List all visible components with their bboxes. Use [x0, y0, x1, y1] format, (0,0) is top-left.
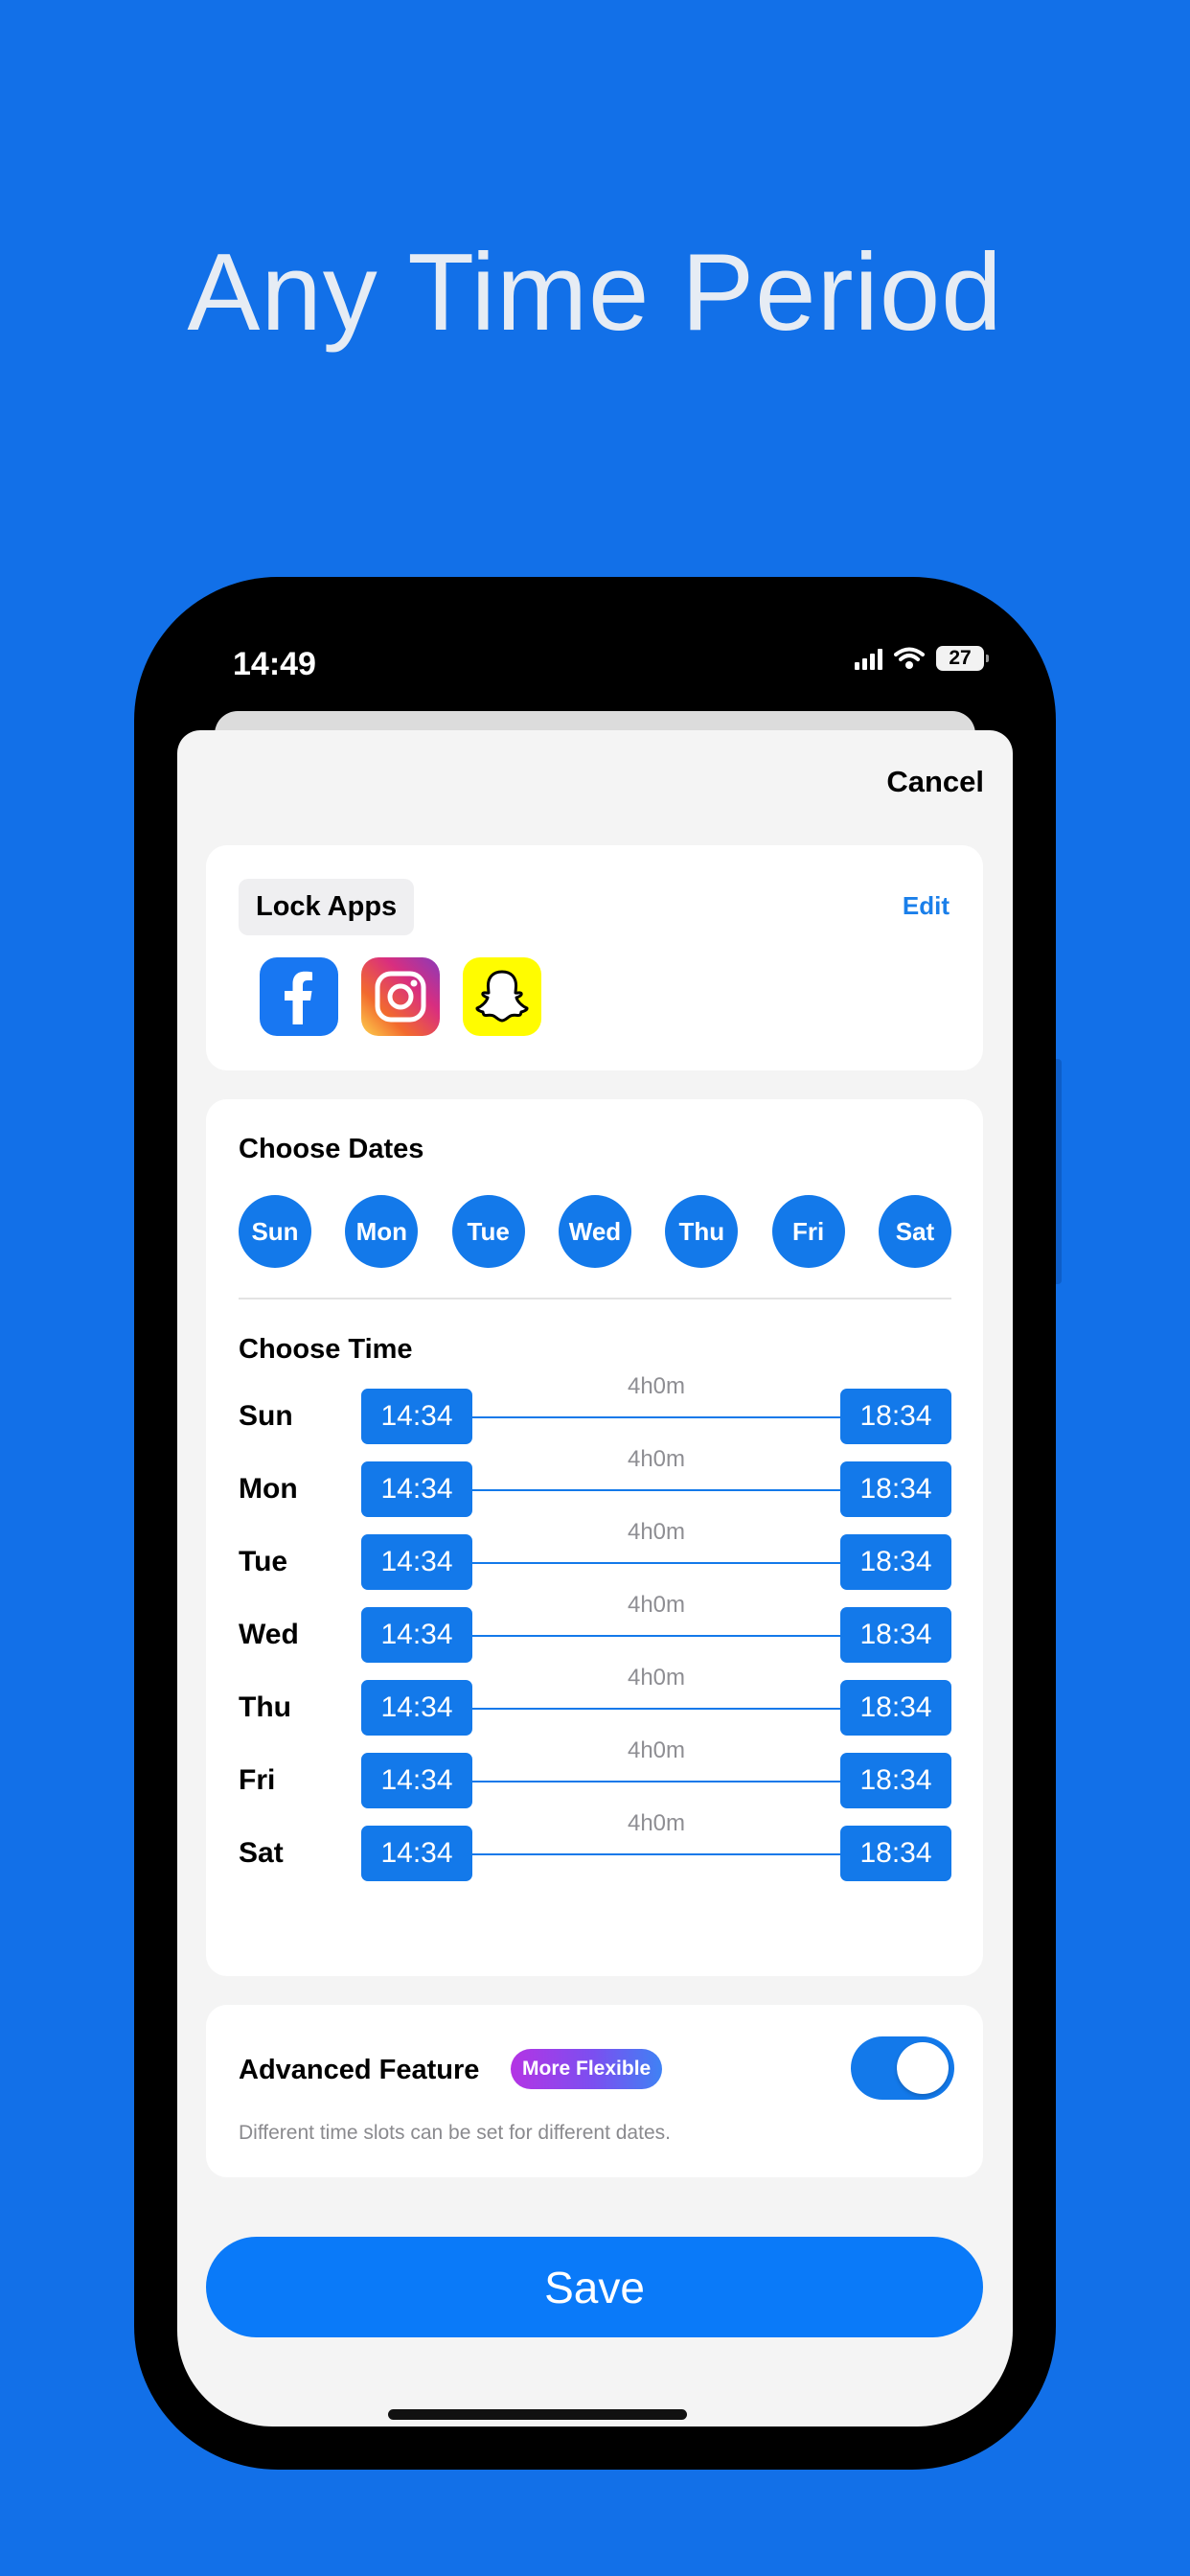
end-time-button[interactable]: 18:34 [840, 1607, 951, 1663]
time-row-day: Tue [239, 1546, 288, 1577]
duration-label: 4h0m [627, 1810, 686, 1836]
time-range-line [459, 1562, 842, 1564]
end-time-button[interactable]: 18:34 [840, 1389, 951, 1444]
time-row-tue: Tue 4h0m 14:34 18:34 [239, 1519, 951, 1592]
choose-dates-title: Choose Dates [239, 1134, 424, 1164]
day-chip-fri[interactable]: Fri [771, 1195, 845, 1268]
start-time-button[interactable]: 14:34 [361, 1680, 472, 1736]
edit-apps-button[interactable]: Edit [903, 891, 950, 921]
advanced-feature-description: Different time slots can be set for diff… [239, 2122, 671, 2144]
lock-apps-title: Lock Apps [239, 879, 415, 935]
choose-time-title: Choose Time [239, 1334, 413, 1365]
time-row-day: Thu [239, 1691, 291, 1723]
time-row-day: Sat [239, 1837, 284, 1869]
advanced-feature-title: Advanced Feature [239, 2055, 480, 2085]
end-time-button[interactable]: 18:34 [840, 1680, 951, 1736]
section-divider [239, 1298, 951, 1300]
lock-apps-card: Lock Apps Edit [206, 845, 983, 1070]
time-range-line [459, 1416, 842, 1418]
time-row-sat: Sat 4h0m 14:34 18:34 [239, 1810, 951, 1883]
end-time-button[interactable]: 18:34 [840, 1461, 951, 1517]
save-button[interactable]: Save [206, 2237, 983, 2337]
time-row-wed: Wed 4h0m 14:34 18:34 [239, 1592, 951, 1665]
start-time-button[interactable]: 14:34 [361, 1389, 472, 1444]
advanced-feature-toggle[interactable] [851, 2036, 954, 2100]
time-row-day: Wed [239, 1619, 299, 1650]
end-time-button[interactable]: 18:34 [840, 1826, 951, 1881]
edit-schedule-sheet: Cancel Lock Apps Edit Choose Dates Sun M… [177, 730, 1013, 2426]
time-range-line [459, 1708, 842, 1710]
advanced-feature-card: Advanced Feature More Flexible Different… [206, 2005, 983, 2177]
duration-label: 4h0m [627, 1592, 686, 1618]
time-row-mon: Mon 4h0m 14:34 18:34 [239, 1446, 951, 1519]
day-chip-mon[interactable]: Mon [345, 1195, 419, 1268]
time-range-line [459, 1781, 842, 1782]
page-headline: Any Time Period [187, 232, 1003, 354]
duration-label: 4h0m [627, 1373, 686, 1399]
wifi-icon [894, 647, 925, 669]
time-row-sun: Sun 4h0m 14:34 18:34 [239, 1373, 951, 1446]
cancel-button[interactable]: Cancel [886, 765, 984, 799]
start-time-button[interactable]: 14:34 [361, 1607, 472, 1663]
more-flexible-badge: More Flexible [511, 2049, 663, 2089]
status-time: 14:49 [233, 646, 316, 682]
duration-label: 4h0m [627, 1446, 686, 1472]
toggle-knob [897, 2042, 949, 2094]
time-range-line [459, 1635, 842, 1637]
start-time-button[interactable]: 14:34 [361, 1753, 472, 1808]
time-row-day: Mon [239, 1473, 298, 1505]
instagram-icon [361, 957, 440, 1036]
duration-label: 4h0m [627, 1519, 686, 1545]
day-chip-wed[interactable]: Wed [558, 1195, 631, 1268]
time-row-day: Fri [239, 1764, 276, 1796]
day-selector: Sun Mon Tue Wed Thu Fri Sat [239, 1195, 951, 1268]
schedule-card: Choose Dates Sun Mon Tue Wed Thu Fri Sat… [206, 1099, 983, 1976]
day-chip-sat[interactable]: Sat [878, 1195, 951, 1268]
home-indicator [388, 2409, 687, 2420]
cellular-signal-icon [855, 647, 882, 670]
time-row-fri: Fri 4h0m 14:34 18:34 [239, 1737, 951, 1810]
facebook-icon [260, 957, 338, 1036]
time-range-line [459, 1853, 842, 1855]
battery-icon: 27 [936, 646, 989, 671]
status-icons: 27 [855, 646, 989, 671]
time-row-day: Sun [239, 1400, 293, 1432]
time-row-thu: Thu 4h0m 14:34 18:34 [239, 1665, 951, 1737]
start-time-button[interactable]: 14:34 [361, 1826, 472, 1881]
start-time-button[interactable]: 14:34 [361, 1461, 472, 1517]
end-time-button[interactable]: 18:34 [840, 1534, 951, 1590]
snapchat-icon [463, 957, 541, 1036]
day-chip-tue[interactable]: Tue [451, 1195, 525, 1268]
day-chip-thu[interactable]: Thu [665, 1195, 739, 1268]
time-range-line [459, 1489, 842, 1491]
day-chip-sun[interactable]: Sun [239, 1195, 311, 1268]
duration-label: 4h0m [627, 1665, 686, 1690]
phone-frame: 14:49 27 Cancel Lock Apps Edit Choose Da… [134, 577, 1056, 2470]
end-time-button[interactable]: 18:34 [840, 1753, 951, 1808]
duration-label: 4h0m [627, 1737, 686, 1763]
start-time-button[interactable]: 14:34 [361, 1534, 472, 1590]
